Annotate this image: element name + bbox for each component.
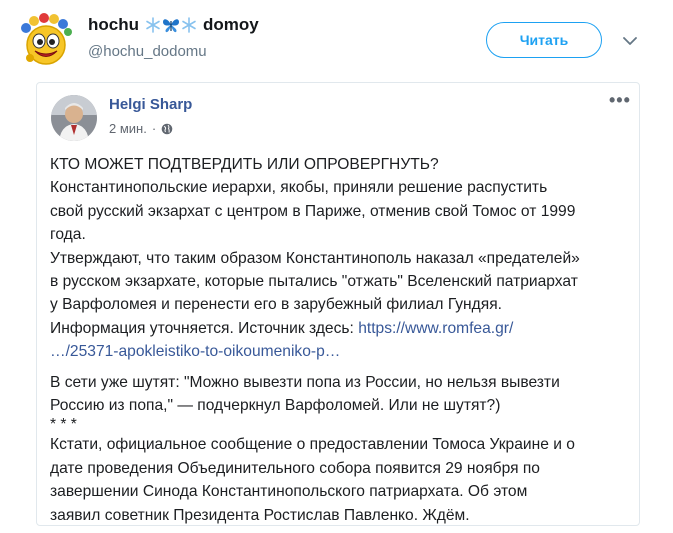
chevron-down-icon[interactable] [622,33,638,49]
post-line: …/25371-apokleistiko-to-oikoumeniko-p… [50,340,628,363]
display-name-last: domoy [203,15,259,34]
post-line: Утверждают, что таким образом Константин… [50,249,580,267]
post-line: заявил советник Президента Ростислав Пав… [50,506,470,524]
more-options-icon[interactable]: ••• [609,91,631,109]
post-image-card[interactable]: Helgi Sharp 2 мин. · ••• КТО МОЖЕТ ПОДТВ… [36,82,640,526]
source-link-continued[interactable]: …/25371-apokleistiko-to-oikoumeniko-p… [50,343,340,360]
author-avatar [51,95,97,141]
post-meta: 2 мин. · [109,121,173,136]
post-line: года. [50,226,86,244]
post-author-name[interactable]: Helgi Sharp [109,96,192,113]
display-name[interactable]: hochu domoy [88,15,259,35]
display-name-first: hochu [88,15,139,34]
post-line: в русском экзархате, которые пытались "о… [50,273,578,291]
display-name-emoji [145,17,197,33]
user-handle[interactable]: @hochu_dodomu [88,43,207,60]
separator-text: * * * [50,416,77,434]
post-line: завершении Синода Константинопольского п… [50,483,528,501]
info-prefix: Информация уточняется. Источник здесь: [50,319,359,337]
snowflake-icon [146,17,160,33]
post-line: у Варфоломея и перенести его в зарубежны… [50,296,502,314]
globe-icon [161,123,173,134]
meta-separator: · [151,121,157,136]
snowflake-icon [182,17,196,33]
post-line: дате проведения Объединительного собора … [50,459,540,477]
post-line: Россию из попа," — подчеркнул Варфоломей… [50,397,501,415]
post-line: Константинопольские иерархи, якобы, прин… [50,179,548,197]
post-time[interactable]: 2 мин. [109,121,147,136]
post-line: Информация уточняется. Источник здесь: h… [50,317,628,340]
source-link[interactable]: https://www.romfea.gr/ [358,320,513,337]
post-line: Кстати, официальное сообщение о предоста… [50,436,575,454]
post-line: КТО МОЖЕТ ПОДТВЕРДИТЬ ИЛИ ОПРОВЕРГНУТЬ? [50,156,439,173]
post-line: свой русский экзархат с центром в Париже… [50,202,576,220]
post-line: В сети уже шутят: "Можно вывезти попа из… [50,373,560,391]
butterfly-icon [163,19,179,33]
profile-avatar[interactable] [18,12,74,68]
post-text: КТО МОЖЕТ ПОДТВЕРДИТЬ ИЛИ ОПРОВЕРГНУТЬ? … [50,153,628,525]
follow-button[interactable]: Читать [486,22,602,58]
